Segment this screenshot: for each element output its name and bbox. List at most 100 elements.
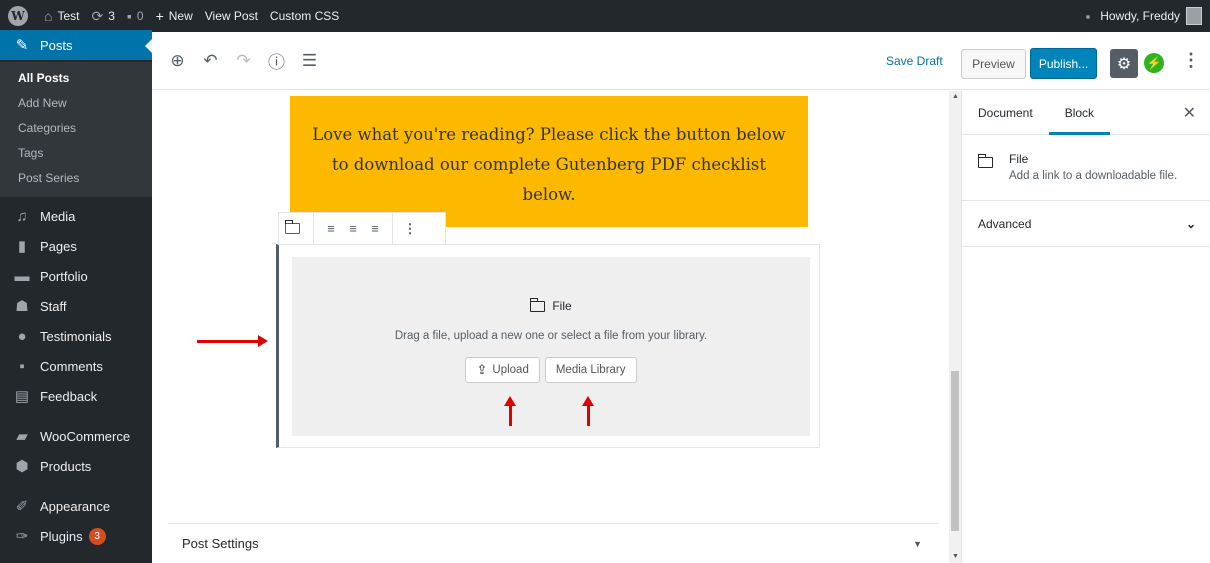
updates-link[interactable]: ⟳ 3 <box>85 0 120 32</box>
file-buttons: ⇪ Upload Media Library <box>292 357 810 383</box>
submenu-add-new[interactable]: Add New <box>0 91 152 116</box>
annotation-arrow-right <box>197 335 268 347</box>
sidebar-item-label: WooCommerce <box>40 428 131 444</box>
plugins-update-badge: 3 <box>88 527 106 545</box>
sidebar-item-testimonials[interactable]: ● Testimonials <box>0 321 152 351</box>
block-navigation-icon[interactable]: ☰ <box>298 49 321 72</box>
save-draft-button[interactable]: Save Draft <box>886 54 943 68</box>
comments-link[interactable]: ▪ 0 <box>121 0 150 32</box>
sidebar-item-media[interactable]: ♫ Media <box>0 201 152 231</box>
updates-count: 3 <box>108 9 115 23</box>
wordpress-logo-icon[interactable]: W <box>8 6 28 26</box>
sidebar-item-products[interactable]: ⬢ Products <box>0 451 152 481</box>
jetpack-icon[interactable]: ⚡ <box>1144 53 1164 73</box>
block-toolbar: ≡ ≡ ≡ ⋮ <box>278 212 446 245</box>
sidebar-item-label: Pages <box>40 238 77 254</box>
sidebar-item-label: Media <box>40 208 76 224</box>
file-instructions: Drag a file, upload a new one or select … <box>394 330 708 342</box>
file-block[interactable]: File Drag a file, upload a new one or se… <box>276 244 820 448</box>
submenu-post-series[interactable]: Post Series <box>0 166 152 191</box>
sidebar-item-plugins[interactable]: ✑ Plugins 3 <box>0 521 152 551</box>
sidebar-item-staff[interactable]: ☗ Staff <box>0 291 152 321</box>
sidebar-item-pages[interactable]: ▮ Pages <box>0 231 152 261</box>
undo-icon[interactable]: ↶ <box>199 49 222 72</box>
sidebar-item-woocommerce[interactable]: ▰ WooCommerce <box>0 421 152 451</box>
sidebar-item-label: Plugins <box>40 528 83 544</box>
align-right-icon[interactable]: ≡ <box>364 218 386 240</box>
upload-button[interactable]: ⇪ Upload <box>465 357 540 383</box>
sidebar-item-label: Posts <box>40 37 73 53</box>
block-card-description: Add a link to a downloadable file. <box>1009 170 1178 182</box>
media-library-button[interactable]: Media Library <box>544 357 637 383</box>
add-block-icon[interactable]: ⊕ <box>166 49 189 72</box>
sidebar-item-label: Testimonials <box>40 328 112 344</box>
pages-icon: ▮ <box>17 238 27 255</box>
block-card-content: File Add a link to a downloadable file. <box>1009 152 1177 183</box>
submenu-categories[interactable]: Categories <box>0 116 152 141</box>
view-post-link[interactable]: View Post <box>199 0 264 32</box>
advanced-panel-toggle[interactable]: Advanced ⌄ <box>962 201 1210 247</box>
home-icon: ⌂ <box>44 8 53 24</box>
folder-icon <box>529 297 546 312</box>
posts-submenu: All Posts Add New Categories Tags Post S… <box>0 62 152 197</box>
align-center-icon[interactable]: ≡ <box>342 218 364 240</box>
publish-button[interactable]: Publish... <box>1030 48 1097 79</box>
media-icon: ♫ <box>16 207 28 225</box>
alignment-group: ≡ ≡ ≡ <box>314 213 393 244</box>
block-more-options-icon[interactable]: ⋮ <box>399 218 421 240</box>
sidebar-item-label: Staff <box>40 298 67 314</box>
updates-icon: ⟳ <box>91 7 104 24</box>
tab-document[interactable]: Document <box>962 91 1049 135</box>
new-content-link[interactable]: + New <box>150 0 199 32</box>
file-placeholder[interactable]: File Drag a file, upload a new one or se… <box>292 257 810 436</box>
preview-button[interactable]: Preview <box>961 49 1026 79</box>
post-settings-panel[interactable]: Post Settings ▼ <box>168 523 938 563</box>
block-switcher[interactable] <box>279 213 314 244</box>
sidebar-item-label: Portfolio <box>40 268 88 284</box>
submenu-tags[interactable]: Tags <box>0 141 152 166</box>
sidebar-item-portfolio[interactable]: ▬ Portfolio <box>0 261 152 291</box>
site-name-link[interactable]: ⌂ Test <box>38 0 85 32</box>
close-icon[interactable]: ✕ <box>1183 103 1196 123</box>
sidebar-item-label: Products <box>40 458 92 474</box>
more-menu-icon[interactable]: ⋮ <box>1182 50 1200 71</box>
sidebar-item-feedback[interactable]: ▤ Feedback <box>0 381 152 411</box>
caret-down-icon[interactable]: ▼ <box>913 539 922 549</box>
settings-tabs: Document Block ✕ <box>962 91 1210 135</box>
block-card-title: File <box>1009 152 1029 166</box>
annotation-arrow-up-upload <box>504 396 516 426</box>
new-label: New <box>168 9 193 23</box>
tab-block[interactable]: Block <box>1048 91 1111 135</box>
submenu-all-posts[interactable]: All Posts <box>0 66 152 91</box>
advanced-label: Advanced <box>978 216 1032 231</box>
sidebar-item-label: Comments <box>40 358 103 374</box>
comments-icon: ▪ <box>19 357 25 375</box>
cta-paragraph-block[interactable]: Love what you're reading? Please click t… <box>290 96 808 227</box>
scroll-thumb[interactable] <box>951 371 959 531</box>
editor-toolbar: ⊕ ↶ ↷ ⓘ ☰ Save Draft Preview Publish... … <box>152 32 1210 90</box>
notification-icon[interactable]: ▪ <box>1086 9 1091 24</box>
upload-icon: ⇪ <box>476 362 488 377</box>
info-icon[interactable]: ⓘ <box>265 49 288 72</box>
file-placeholder-title: File <box>292 297 810 313</box>
folder-icon[interactable] <box>284 218 307 240</box>
annotation-arrow-up-media-library <box>582 396 594 426</box>
redo-icon[interactable]: ↷ <box>232 49 255 72</box>
sidebar-item-posts[interactable]: ✎ Posts <box>0 30 152 60</box>
comments-count: 0 <box>136 9 144 23</box>
editor-scrollbar[interactable]: ▲ ▼ <box>949 91 961 563</box>
sidebar-item-appearance[interactable]: ✐ Appearance <box>0 491 152 521</box>
folder-icon <box>977 154 993 168</box>
align-left-icon[interactable]: ≡ <box>320 218 342 240</box>
scroll-up-arrow-icon[interactable]: ▲ <box>952 93 959 100</box>
settings-sidebar: Document Block ✕ File Add a link to a do… <box>961 91 1210 563</box>
sidebar-item-comments[interactable]: ▪ Comments <box>0 351 152 381</box>
chevron-down-icon: ⌄ <box>1185 216 1196 231</box>
appearance-icon: ✐ <box>15 498 29 515</box>
testimonials-icon: ● <box>17 327 27 345</box>
avatar[interactable] <box>1186 7 1202 25</box>
scroll-down-arrow-icon[interactable]: ▼ <box>952 553 959 560</box>
howdy-link[interactable]: Howdy, Freddy <box>1100 9 1180 23</box>
settings-gear-icon[interactable]: ⚙ <box>1110 49 1138 78</box>
custom-css-link[interactable]: Custom CSS <box>264 0 345 32</box>
